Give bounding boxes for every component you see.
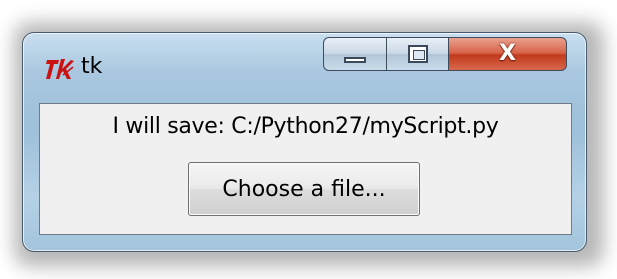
tk-window: tk X I will save: C:/Python27/myScript.p… bbox=[22, 32, 587, 252]
minimize-button[interactable] bbox=[323, 37, 387, 71]
title-bar[interactable]: tk X bbox=[23, 33, 586, 101]
maximize-icon bbox=[407, 45, 428, 63]
save-path-label: I will save: C:/Python27/myScript.py bbox=[112, 114, 499, 139]
close-icon: X bbox=[499, 41, 516, 66]
maximize-button[interactable] bbox=[387, 37, 449, 71]
tk-feather-icon bbox=[45, 55, 75, 83]
client-area: I will save: C:/Python27/myScript.py Cho… bbox=[39, 103, 572, 235]
minimize-icon bbox=[344, 57, 366, 63]
window-title: tk bbox=[81, 54, 103, 79]
close-button[interactable]: X bbox=[449, 37, 567, 71]
choose-file-button[interactable]: Choose a file... bbox=[188, 162, 420, 216]
caption-buttons: X bbox=[323, 37, 571, 73]
screen: tk X I will save: C:/Python27/myScript.p… bbox=[0, 0, 617, 279]
